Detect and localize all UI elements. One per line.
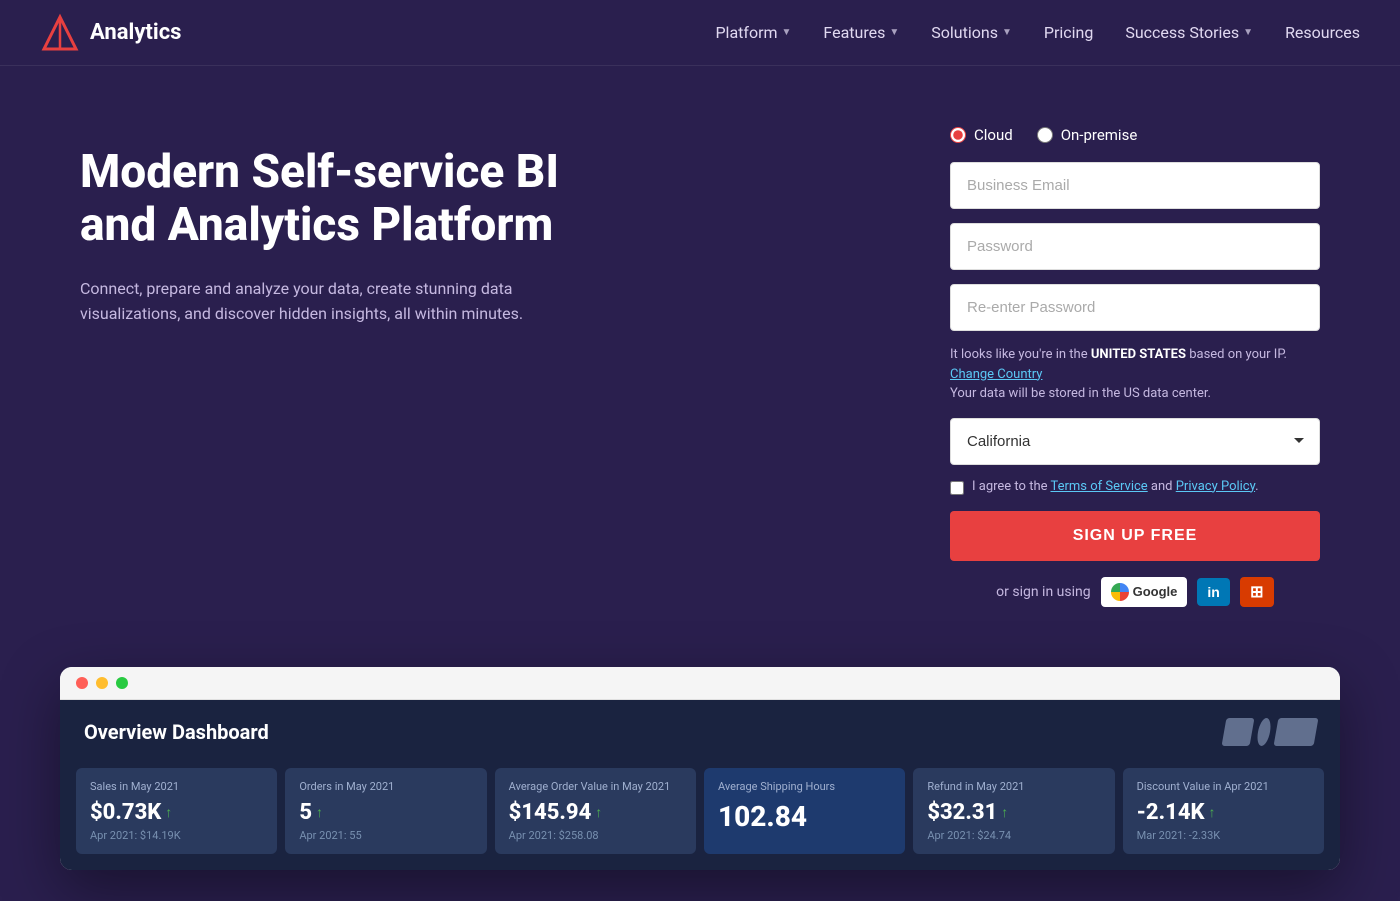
dashboard-title: Overview Dashboard <box>84 720 269 744</box>
terms-row: I agree to the Terms of Service and Priv… <box>950 479 1320 495</box>
linkedin-icon: in <box>1207 584 1219 600</box>
hero-subtitle: Connect, prepare and analyze your data, … <box>80 276 560 327</box>
nav-item-platform[interactable]: Platform ▼ <box>715 23 791 42</box>
metric-card-discount: Discount Value in Apr 2021 -2.14K ↑ Mar … <box>1123 768 1324 854</box>
metric-card-sales: Sales in May 2021 $0.73K ↑ Apr 2021: $14… <box>76 768 277 854</box>
dash-icon-2 <box>1256 718 1273 746</box>
dash-icon-1 <box>1222 718 1255 746</box>
chevron-down-icon: ▼ <box>889 27 899 38</box>
metric-label-avg-order: Average Order Value in May 2021 <box>509 780 682 794</box>
metric-prev-discount: Mar 2021: -2.33K <box>1137 829 1310 842</box>
email-field[interactable] <box>950 162 1320 209</box>
onpremise-radio[interactable] <box>1037 127 1053 143</box>
metric-prev-sales: Apr 2021: $14.19K <box>90 829 263 842</box>
dashboard-preview: Overview Dashboard Sales in May 2021 $0.… <box>60 667 1340 870</box>
onpremise-option[interactable]: On-premise <box>1037 126 1138 144</box>
up-arrow-icon: ↑ <box>165 804 172 821</box>
hero-content: Modern Self-service BI and Analytics Pla… <box>80 126 640 327</box>
nav-item-success[interactable]: Success Stories ▼ <box>1125 23 1253 42</box>
privacy-link[interactable]: Privacy Policy <box>1176 479 1255 494</box>
up-arrow-icon: ↑ <box>1209 804 1216 821</box>
nav-item-resources[interactable]: Resources <box>1285 23 1360 42</box>
deployment-options: Cloud On-premise <box>950 126 1320 144</box>
terms-checkbox[interactable] <box>950 481 964 495</box>
dash-icon-3 <box>1274 718 1319 746</box>
metric-value-sales: $0.73K ↑ <box>90 800 263 825</box>
reenter-password-field[interactable] <box>950 284 1320 331</box>
nav-item-solutions[interactable]: Solutions ▼ <box>931 23 1012 42</box>
linkedin-signin-button[interactable]: in <box>1197 578 1229 606</box>
up-arrow-icon: ↑ <box>595 804 602 821</box>
metric-value-refund: $32.31 ↑ <box>927 800 1100 825</box>
password-field[interactable] <box>950 223 1320 270</box>
signin-text: or sign in using <box>996 584 1090 600</box>
up-arrow-icon: ↑ <box>1001 804 1008 821</box>
dashboard-header: Overview Dashboard <box>60 700 1340 764</box>
dashboard-icons <box>1224 718 1316 746</box>
office-signin-button[interactable]: ⊞ <box>1240 577 1274 607</box>
metric-label-refund: Refund in May 2021 <box>927 780 1100 794</box>
metric-value-orders: 5 ↑ <box>299 800 472 825</box>
dashboard-body: Overview Dashboard Sales in May 2021 $0.… <box>60 700 1340 870</box>
metrics-row: Sales in May 2021 $0.73K ↑ Apr 2021: $14… <box>60 764 1340 870</box>
signin-row: or sign in using Google in ⊞ <box>950 577 1320 607</box>
nav-item-features[interactable]: Features ▼ <box>823 23 899 42</box>
metric-prev-refund: Apr 2021: $24.74 <box>927 829 1100 842</box>
nav-link-platform[interactable]: Platform ▼ <box>715 23 791 42</box>
metric-card-refund: Refund in May 2021 $32.31 ↑ Apr 2021: $2… <box>913 768 1114 854</box>
metric-value-discount: -2.14K ↑ <box>1137 800 1310 825</box>
cloud-radio[interactable] <box>950 127 966 143</box>
terms-link[interactable]: Terms of Service <box>1050 479 1147 494</box>
metric-card-orders: Orders in May 2021 5 ↑ Apr 2021: 55 <box>285 768 486 854</box>
location-note: It looks like you're in the UNITED STATE… <box>950 345 1320 404</box>
hero-title: Modern Self-service BI and Analytics Pla… <box>80 146 640 252</box>
metric-card-avg-order: Average Order Value in May 2021 $145.94 … <box>495 768 696 854</box>
nav-link-features[interactable]: Features ▼ <box>823 23 899 42</box>
browser-maximize-dot <box>116 677 128 689</box>
browser-close-dot <box>76 677 88 689</box>
metric-value-avg-order: $145.94 ↑ <box>509 800 682 825</box>
nav-item-pricing[interactable]: Pricing <box>1044 23 1094 42</box>
nav-link-resources[interactable]: Resources <box>1285 23 1360 42</box>
metric-value-shipping: 102.84 <box>718 800 891 833</box>
browser-bar <box>60 667 1340 700</box>
office-icon: ⊞ <box>1250 582 1263 602</box>
metric-prev-avg-order: Apr 2021: $258.08 <box>509 829 682 842</box>
nav-list: Platform ▼ Features ▼ Solutions ▼ Pricin… <box>715 23 1360 42</box>
change-country-link[interactable]: Change Country <box>950 367 1042 382</box>
logo-icon <box>40 13 80 53</box>
navbar: Analytics Platform ▼ Features ▼ Solution… <box>0 0 1400 66</box>
chevron-down-icon: ▼ <box>782 27 792 38</box>
metric-card-shipping: Average Shipping Hours 102.84 <box>704 768 905 854</box>
metric-label-orders: Orders in May 2021 <box>299 780 472 794</box>
metric-prev-orders: Apr 2021: 55 <box>299 829 472 842</box>
nav-link-solutions[interactable]: Solutions ▼ <box>931 23 1012 42</box>
metric-label-sales: Sales in May 2021 <box>90 780 263 794</box>
google-signin-button[interactable]: Google <box>1101 577 1188 607</box>
hero-section: Modern Self-service BI and Analytics Pla… <box>0 66 1400 647</box>
chevron-down-icon: ▼ <box>1002 27 1012 38</box>
google-icon <box>1111 583 1129 601</box>
nav-link-success[interactable]: Success Stories ▼ <box>1125 23 1253 42</box>
chevron-down-icon: ▼ <box>1243 27 1253 38</box>
signup-form: Cloud On-premise It looks like you're in… <box>950 126 1320 607</box>
up-arrow-icon: ↑ <box>316 804 323 821</box>
metric-label-shipping: Average Shipping Hours <box>718 780 891 794</box>
nav-link-pricing[interactable]: Pricing <box>1044 23 1094 42</box>
cloud-option[interactable]: Cloud <box>950 126 1013 144</box>
onpremise-label: On-premise <box>1061 126 1138 144</box>
brand-name: Analytics <box>90 20 181 45</box>
state-select[interactable]: California Alabama Alaska Arizona Arkans… <box>950 418 1320 465</box>
logo-link[interactable]: Analytics <box>40 13 181 53</box>
metric-label-discount: Discount Value in Apr 2021 <box>1137 780 1310 794</box>
signup-button[interactable]: SIGN UP FREE <box>950 511 1320 561</box>
browser-minimize-dot <box>96 677 108 689</box>
cloud-label: Cloud <box>974 126 1013 144</box>
